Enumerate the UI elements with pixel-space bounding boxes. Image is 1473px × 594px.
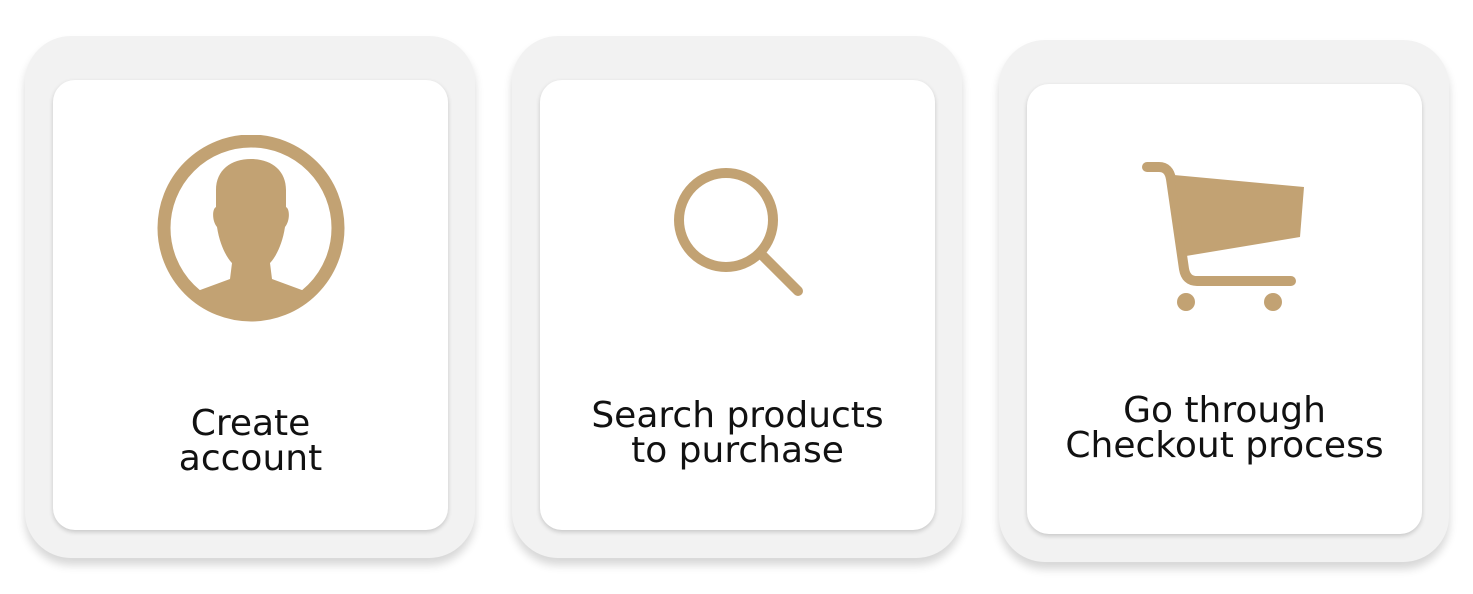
step-card-search-products: Search products to purchase (512, 36, 962, 558)
step-label-line2: account (178, 438, 323, 479)
step-label-line1: Search products (591, 395, 884, 436)
step-label-line2: to purchase (631, 430, 844, 471)
step-label-line1: Create (190, 403, 311, 444)
step-card-create-account: Create account (25, 36, 475, 558)
step-label: Search products to purchase (540, 395, 935, 471)
step-card-inner: Search products to purchase (540, 80, 935, 530)
search-icon (674, 168, 803, 296)
user-avatar-icon (157, 135, 345, 322)
step-label: Create account (53, 403, 448, 479)
step-label-line1: Go through (1123, 390, 1326, 431)
step-card-inner: Create account (53, 80, 448, 530)
step-label: Go through Checkout process (1027, 390, 1422, 466)
shopping-cart-icon (1142, 162, 1304, 311)
step-card-inner: Go through Checkout process (1027, 84, 1422, 534)
step-label-line2: Checkout process (1065, 425, 1384, 466)
step-card-checkout-process: Go through Checkout process (999, 40, 1449, 562)
